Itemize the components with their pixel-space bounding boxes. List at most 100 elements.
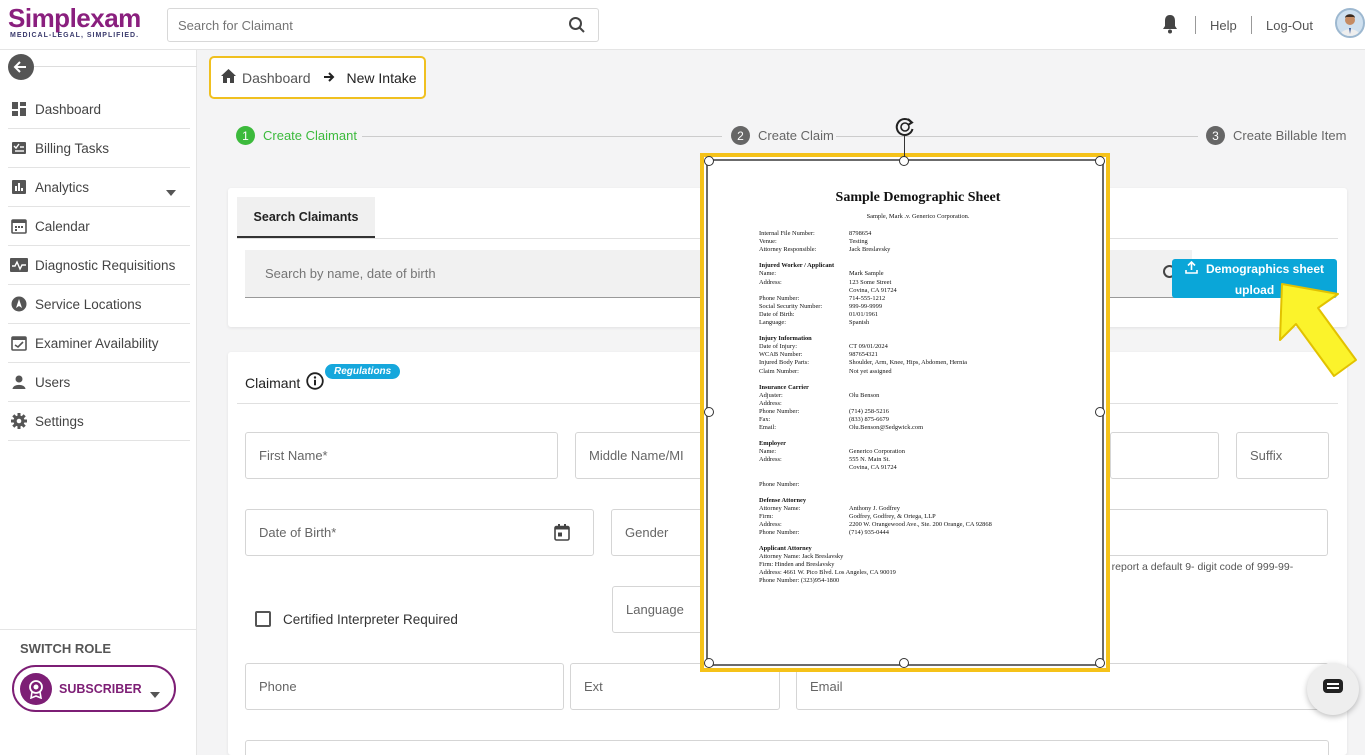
row-key: Social Security Number: <box>759 302 823 310</box>
phone-field[interactable]: Phone <box>245 663 564 710</box>
row-value: CT 09/01/2024 <box>849 343 888 351</box>
sidebar-item-dashboard[interactable]: Dashboard <box>8 90 190 129</box>
step-number: 2 <box>731 126 750 145</box>
info-icon[interactable] <box>306 372 324 393</box>
resize-handle[interactable] <box>899 658 909 668</box>
interpreter-checkbox[interactable] <box>255 611 271 627</box>
sidebar-item-label: Users <box>35 374 71 390</box>
ssn-field[interactable] <box>1100 509 1328 556</box>
row-key: Internal File Number: <box>759 230 815 238</box>
row-key: Firm: <box>759 512 774 520</box>
billing-icon <box>10 139 28 157</box>
claimant-search-input[interactable] <box>168 9 548 41</box>
section-row: Address: 123 Some Street <box>759 279 1089 287</box>
dashboard-icon <box>10 100 28 118</box>
suffix-field[interactable]: Suffix <box>1236 432 1329 479</box>
help-link[interactable]: Help <box>1210 18 1237 33</box>
section-heading: Injured Worker / Applicant <box>759 262 835 270</box>
sidebar-item-examiner-availability[interactable]: Examiner Availability <box>8 324 190 363</box>
resize-handle[interactable] <box>899 156 909 166</box>
row-key: Venue: <box>759 238 777 246</box>
logo[interactable]: Simplexam MEDICAL-LEGAL, SIMPLIFIED. <box>8 4 141 40</box>
sidebar-item-settings[interactable]: Settings <box>8 402 190 441</box>
resize-handle[interactable] <box>1095 156 1105 166</box>
document-subtitle: Sample, Mark .v. Generico Corporation. <box>866 213 970 220</box>
row-value <box>849 481 1089 489</box>
switch-role-section: SWITCH ROLE SUBSCRIBER <box>0 629 197 712</box>
logout-link[interactable]: Log-Out <box>1266 18 1313 33</box>
user-icon <box>10 373 28 391</box>
gender-field[interactable]: Gender <box>611 509 711 556</box>
step-number: 1 <box>236 126 255 145</box>
row-value: 987654321 <box>849 351 878 359</box>
search-icon[interactable] <box>568 16 586 39</box>
sidebar-item-label: Billing Tasks <box>35 140 110 156</box>
sidebar-item-billing-tasks[interactable]: Billing Tasks <box>8 129 190 168</box>
row-value: 999-99-9999 <box>849 302 883 310</box>
sidebar-item-calendar[interactable]: Calendar <box>8 207 190 246</box>
document-section: Internal File Number: 8798654 Venue: Testin… <box>759 230 1089 254</box>
row-value: 2200 W. Orangewood Ave., Ste. 200 Orange… <box>849 520 992 528</box>
row-value: 8798654 <box>849 230 872 238</box>
row-value: (714) 258-5216 <box>849 407 889 415</box>
tab-search-claimants[interactable]: Search Claimants <box>237 197 375 238</box>
sidebar-item-label: Examiner Availability <box>35 335 159 351</box>
row-value: Spanish <box>849 319 870 327</box>
demographic-sheet-preview[interactable]: Sample Demographic Sheet Sample, Mark .v… <box>706 159 1104 666</box>
caret-down-icon[interactable] <box>166 184 176 199</box>
row-value: 714-555-1212 <box>849 294 886 302</box>
row-value: Generico Corporation <box>849 448 905 456</box>
address-field[interactable] <box>245 740 1329 755</box>
sidebar-item-diagnostic-requisitions[interactable]: Diagnostic Requisitions <box>8 246 190 285</box>
date-of-birth-field[interactable]: Date of Birth* <box>245 509 594 556</box>
calendar-icon[interactable] <box>554 524 570 544</box>
back-button[interactable] <box>8 54 34 80</box>
language-field[interactable]: Language <box>612 586 712 633</box>
row-key <box>759 464 849 472</box>
calendar-icon <box>10 217 28 235</box>
row-key: Phone Number: <box>759 407 800 415</box>
sidebar-item-service-locations[interactable]: Service Locations <box>8 285 190 324</box>
row-value: (833) 875-6679 <box>849 415 889 423</box>
section-row: Date of Injury: CT 09/01/2024 <box>759 343 1089 351</box>
stepper-line <box>362 136 722 137</box>
resize-handle[interactable] <box>704 407 714 417</box>
resize-handle[interactable] <box>704 156 714 166</box>
regulations-badge[interactable]: Regulations <box>325 364 401 379</box>
resize-handle[interactable] <box>704 658 714 668</box>
section-row: Covina, CA 91724 <box>759 464 1089 472</box>
sidebar-item-label: Calendar <box>35 218 90 234</box>
divider <box>34 66 197 67</box>
section-row: Venue: Testing <box>759 238 1089 246</box>
section-row: Address: 2200 W. Orangewood Ave., Ste. 20… <box>759 521 1089 529</box>
resize-handle[interactable] <box>1095 407 1105 417</box>
bell-icon[interactable] <box>1161 14 1179 39</box>
section-heading: Employer <box>759 440 786 448</box>
sidebar-item-users[interactable]: Users <box>8 363 190 402</box>
row-value: Not yet assigned <box>849 367 892 375</box>
resize-handle[interactable] <box>1095 658 1105 668</box>
section-row: Phone Number: <box>759 481 1089 489</box>
sidebar-item-analytics[interactable]: Analytics <box>8 168 190 207</box>
arrow-left-icon <box>13 61 26 73</box>
section-row: Address: 555 N. Main St. <box>759 456 1089 464</box>
step-label: Create Claim <box>758 128 834 143</box>
section-row: Attorney Responsible: Jack Breslavsky <box>759 246 1089 254</box>
step-create-claimant[interactable]: 1 Create Claimant <box>236 126 357 145</box>
row-value: Olu Benson <box>849 391 880 399</box>
upload-icon <box>1185 260 1198 280</box>
role-selector[interactable]: SUBSCRIBER <box>12 665 176 712</box>
rotate-icon[interactable] <box>894 116 916 143</box>
avatar[interactable] <box>1335 8 1365 38</box>
last-name-field[interactable] <box>1110 432 1219 479</box>
step-create-claim[interactable]: 2 Create Claim <box>731 126 834 145</box>
section-row: Email: Olu.Benson@Sedgwick.com <box>759 424 1089 432</box>
breadcrumb-dashboard-link[interactable]: Dashboard <box>242 70 311 86</box>
row-value: 123 Some Street <box>849 278 892 286</box>
first-name-field[interactable]: First Name* <box>245 432 558 479</box>
row-key: Adjuster: <box>759 391 783 399</box>
document-section: Defense Attorney Attorney Name: Anthony J.… <box>759 497 1089 537</box>
home-icon[interactable] <box>221 69 236 86</box>
chat-button[interactable] <box>1307 663 1359 715</box>
step-create-billable-item[interactable]: 3 Create Billable Item <box>1206 126 1346 145</box>
